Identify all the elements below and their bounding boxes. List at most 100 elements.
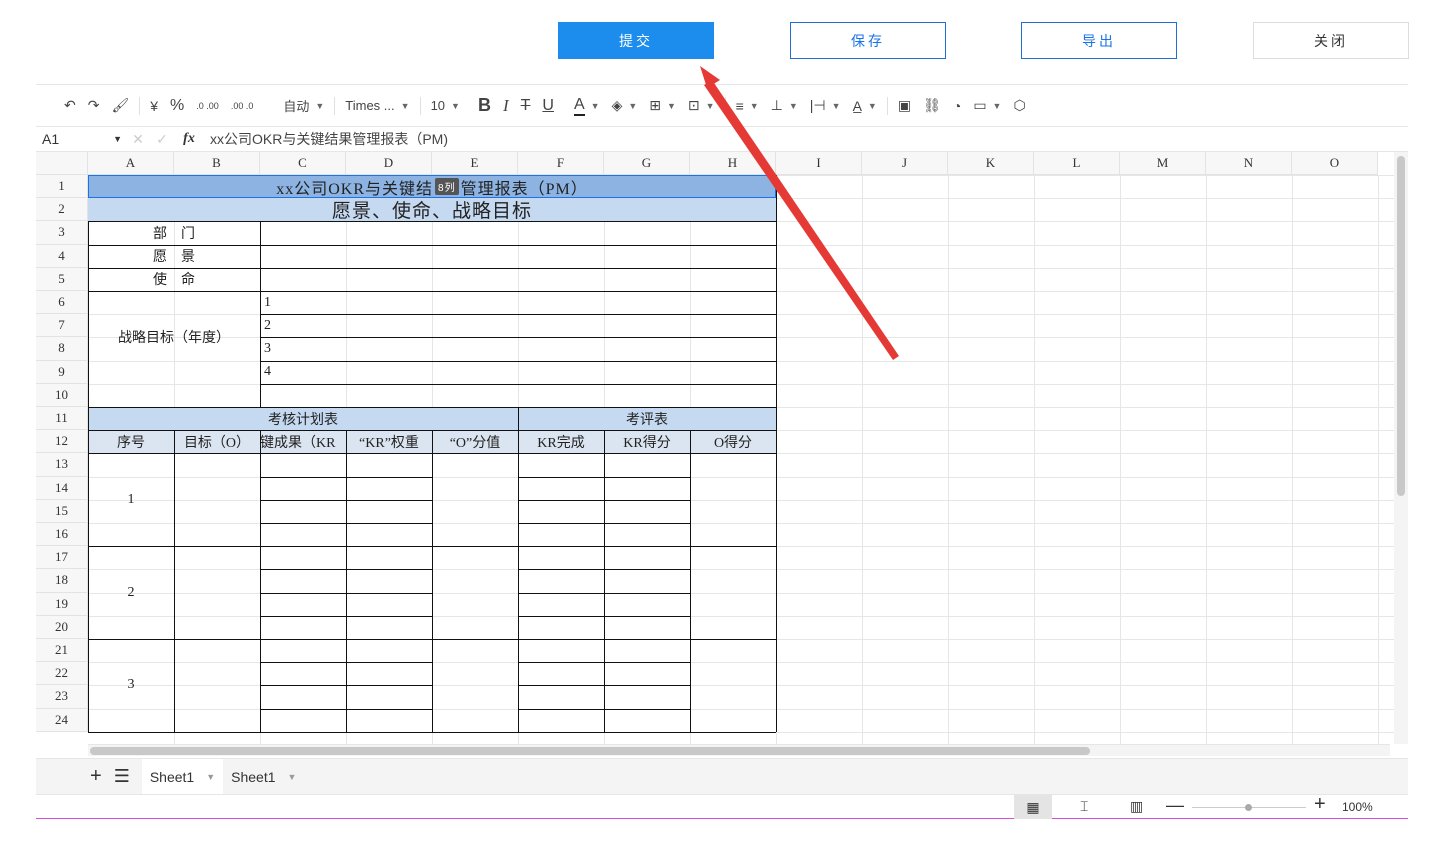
- rotate-text-icon: A̲: [852, 97, 862, 114]
- decimal-decrease-button[interactable]: .00 .0: [225, 94, 260, 118]
- bold-button[interactable]: B: [472, 94, 497, 118]
- row-header-2[interactable]: 2: [36, 198, 88, 222]
- column-header-o[interactable]: O: [1292, 152, 1378, 175]
- comment-button[interactable]: ▭ ▼: [967, 94, 1007, 118]
- sheet-tab[interactable]: Sheet1 ▼: [141, 758, 224, 795]
- redo-icon[interactable]: ↷: [82, 94, 106, 118]
- sheet-list-icon[interactable]: ☰: [114, 766, 130, 787]
- column-label: O得分: [713, 435, 753, 451]
- column-header-h[interactable]: H: [690, 152, 776, 175]
- vertical-align-button[interactable]: ⊥ ▼: [765, 94, 804, 118]
- row-header-9[interactable]: 9: [36, 360, 88, 384]
- row-header-17[interactable]: 17: [36, 546, 88, 570]
- formula-input[interactable]: xx公司OKR与关键结果管理报表（PM): [204, 129, 448, 149]
- text-rotate-button[interactable]: A̲ ▼: [847, 94, 883, 118]
- row-header-7[interactable]: 7: [36, 314, 88, 338]
- format-painter-icon[interactable]: 🖌︎: [105, 94, 135, 118]
- row-header-3[interactable]: 3: [36, 221, 88, 245]
- submit-button[interactable]: 提交: [558, 22, 714, 59]
- column-header-d[interactable]: D: [346, 152, 432, 175]
- link-icon[interactable]: ⛓︎: [917, 94, 947, 118]
- zoom-in-icon[interactable]: +: [1314, 793, 1326, 816]
- page-break-view-icon[interactable]: ⌶: [1080, 798, 1088, 815]
- gridline: [948, 175, 949, 744]
- fill-color-button[interactable]: ◈ ▼: [606, 94, 644, 118]
- row-header-18[interactable]: 18: [36, 569, 88, 593]
- review-header: 考评表: [626, 412, 668, 428]
- row-header-13[interactable]: 13: [36, 453, 88, 477]
- insert-image-icon[interactable]: ▣: [892, 94, 917, 118]
- merge-cells-button[interactable]: ⊡ ▼: [682, 94, 721, 118]
- decimal-increase-button[interactable]: .0 .00: [190, 94, 225, 118]
- normal-view-icon[interactable]: ▦: [1014, 795, 1052, 819]
- row-header-14[interactable]: 14: [36, 476, 88, 500]
- strikethrough-button[interactable]: T: [515, 94, 537, 118]
- font-size-select[interactable]: 10 ▼: [425, 94, 466, 118]
- font-family-select[interactable]: Times ... ▼: [339, 94, 415, 118]
- chart-icon[interactable]: ◔: [947, 94, 967, 118]
- row-header-19[interactable]: 19: [36, 592, 88, 616]
- row-header-20[interactable]: 20: [36, 615, 88, 639]
- column-header-f[interactable]: F: [518, 152, 604, 175]
- text-wrap-button[interactable]: |⊣ ▼: [804, 94, 847, 118]
- spreadsheet-grid[interactable]: A B C D E F G H I J K L M N O 1 2 3 4 5 6 7 8 9 10 11 12 13 14 15 16 17…: [36, 152, 1408, 744]
- select-all-corner[interactable]: [36, 152, 88, 175]
- italic-button[interactable]: I: [497, 94, 515, 118]
- column-header-b[interactable]: B: [174, 152, 260, 175]
- row-header-12[interactable]: 12: [36, 430, 88, 454]
- export-button[interactable]: 导出: [1021, 22, 1177, 59]
- column-header-e[interactable]: E: [432, 152, 518, 175]
- scrollbar-thumb[interactable]: [90, 747, 1090, 755]
- horizontal-align-button[interactable]: ≡ ▼: [730, 94, 765, 118]
- save-button[interactable]: 保存: [790, 22, 946, 59]
- column-label: KR得分: [623, 435, 671, 451]
- row-header-23[interactable]: 23: [36, 685, 88, 709]
- group-number: 3: [127, 677, 135, 693]
- scrollbar-thumb[interactable]: [1397, 156, 1405, 496]
- row-header-1[interactable]: 1: [36, 175, 88, 199]
- row-header-6[interactable]: 6: [36, 291, 88, 315]
- number-format-select[interactable]: 自动 ▼: [277, 94, 330, 118]
- column-header-k[interactable]: K: [948, 152, 1034, 175]
- sheet-tab[interactable]: Sheet1 ▼: [223, 759, 304, 795]
- column-header-m[interactable]: M: [1120, 152, 1206, 175]
- add-sheet-icon[interactable]: +: [90, 765, 102, 788]
- column-header-c[interactable]: C: [260, 152, 346, 175]
- row-header-4[interactable]: 4: [36, 244, 88, 268]
- row-header-16[interactable]: 16: [36, 523, 88, 547]
- horizontal-scrollbar[interactable]: [88, 744, 1390, 756]
- confirm-icon[interactable]: ✓: [150, 131, 174, 148]
- column-header-l[interactable]: L: [1034, 152, 1120, 175]
- strategy-label: 战略目标（年度）: [118, 331, 230, 347]
- row-header-24[interactable]: 24: [36, 708, 88, 732]
- column-header-a[interactable]: A: [88, 152, 174, 175]
- group-number: 1: [127, 491, 135, 507]
- column-header-i[interactable]: I: [776, 152, 862, 175]
- more-icon[interactable]: ⬡: [1007, 94, 1031, 118]
- zoom-out-icon[interactable]: —: [1166, 795, 1184, 816]
- column-header-g[interactable]: G: [604, 152, 690, 175]
- font-color-button[interactable]: A ▼: [568, 94, 606, 118]
- mission-label: 使 命: [153, 273, 195, 289]
- column-header-j[interactable]: J: [862, 152, 948, 175]
- cancel-icon[interactable]: ✕: [126, 131, 150, 148]
- row-header-10[interactable]: 10: [36, 383, 88, 407]
- underline-button[interactable]: U: [536, 94, 560, 118]
- gridline: [1034, 175, 1035, 744]
- percent-button[interactable]: %: [164, 94, 190, 118]
- cell-reference-box[interactable]: A1 ▼: [36, 131, 126, 147]
- row-header-8[interactable]: 8: [36, 337, 88, 361]
- zoom-slider-handle[interactable]: [1245, 804, 1252, 811]
- undo-icon[interactable]: ↶: [58, 94, 82, 118]
- row-header-22[interactable]: 22: [36, 662, 88, 686]
- border-button[interactable]: ⊞ ▼: [643, 94, 682, 118]
- row-header-15[interactable]: 15: [36, 499, 88, 523]
- row-header-21[interactable]: 21: [36, 639, 88, 663]
- table-border: [88, 291, 776, 292]
- column-header-n[interactable]: N: [1206, 152, 1292, 175]
- row-header-5[interactable]: 5: [36, 267, 88, 291]
- close-button[interactable]: 关闭: [1253, 22, 1409, 59]
- currency-button[interactable]: ¥: [144, 94, 164, 118]
- page-layout-view-icon[interactable]: ▥: [1130, 798, 1143, 815]
- row-header-11[interactable]: 11: [36, 407, 88, 431]
